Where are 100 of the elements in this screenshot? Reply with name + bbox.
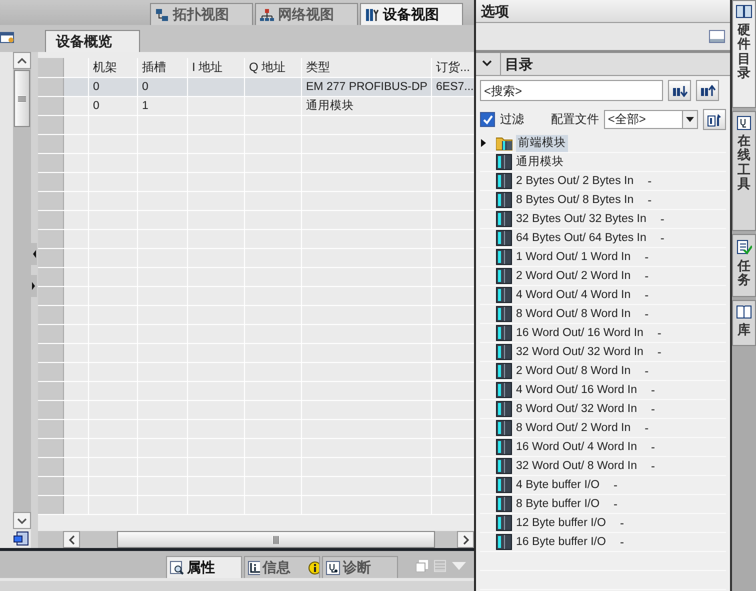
view-tab[interactable]: 拓扑视图 (150, 3, 253, 25)
row-header[interactable] (38, 477, 64, 495)
filter-checkbox[interactable] (480, 112, 495, 127)
catalog-item[interactable]: 8 Word Out/ 2 Word In (514, 420, 633, 436)
row-header[interactable] (38, 382, 64, 400)
panel-layout-icon[interactable] (709, 30, 725, 44)
catalog-item[interactable]: 8 Bytes Out/ 8 Bytes In (514, 192, 636, 208)
table-row[interactable]: 0 0 EM 277 PROFIBUS-DP 6ES7... (38, 78, 474, 97)
module-icon (496, 496, 512, 512)
inspector-tab[interactable]: 属性 (166, 556, 242, 578)
catalog-item[interactable]: 8 Word Out/ 32 Word In (514, 400, 640, 418)
row-header[interactable] (38, 78, 64, 96)
row-header[interactable] (38, 420, 64, 438)
expand-arrow-icon[interactable] (480, 138, 488, 148)
side-tab[interactable]: 在线工具 (732, 111, 756, 231)
profile-settings-button[interactable] (703, 109, 726, 130)
column-header: 类型 (302, 58, 432, 77)
search-up-button[interactable] (696, 80, 719, 101)
module-icon (496, 211, 512, 227)
view-toggle-icon[interactable] (13, 531, 29, 547)
scroll-thumb[interactable] (14, 70, 30, 127)
catalog-item[interactable]: 8 Byte buffer I/O (514, 496, 602, 512)
chevron-icon[interactable] (482, 60, 492, 68)
module-icon (496, 325, 512, 341)
collapse-left-icon[interactable] (31, 243, 37, 265)
profile-dropdown[interactable]: <全部> (604, 110, 698, 129)
inspector-tab[interactable]: 诊断 (322, 556, 398, 578)
catalog-item[interactable]: 前端模块 (516, 134, 568, 152)
scroll-down-button[interactable] (13, 512, 31, 529)
profile-label: 配置文件 (550, 111, 599, 128)
module-icon (496, 477, 512, 493)
list-icon[interactable] (434, 560, 446, 572)
row-header[interactable] (38, 439, 64, 457)
view-tab[interactable]: 网络视图 (255, 3, 358, 25)
row-header[interactable] (38, 154, 64, 172)
scroll-right-button[interactable] (457, 531, 474, 548)
row-header[interactable] (38, 135, 64, 153)
row-header[interactable] (38, 496, 64, 514)
search-field[interactable]: <搜索> (480, 80, 663, 101)
row-header[interactable] (38, 97, 64, 115)
catalog-item[interactable]: 2 Bytes Out/ 2 Bytes In (514, 172, 636, 190)
table-cell: 6ES7... (436, 81, 474, 93)
catalog-item[interactable]: 2 Word Out/ 2 Word In (514, 268, 633, 284)
row-header[interactable] (38, 401, 64, 419)
overview-tab[interactable]: 设备概览 (45, 30, 140, 52)
row-header[interactable] (38, 344, 64, 362)
column-header: 机架 (89, 58, 138, 77)
dropdown-icon[interactable] (452, 562, 466, 570)
chevron-right-icon (462, 534, 468, 544)
inspector-tab[interactable]: 信息 (244, 556, 320, 578)
row-header[interactable] (38, 211, 64, 229)
row-header[interactable] (38, 458, 64, 476)
row-header[interactable] (38, 192, 64, 210)
side-tab[interactable]: 硬件目录 (732, 0, 756, 108)
scroll-left-button[interactable] (63, 531, 80, 548)
catalog-item[interactable]: 4 Word Out/ 16 Word In (514, 382, 640, 398)
horizontal-scroll-thumb[interactable] (117, 531, 435, 548)
side-tab[interactable]: 任务 (732, 234, 756, 297)
row-header[interactable] (38, 325, 64, 343)
search-down-button[interactable] (668, 80, 691, 101)
catalog-item[interactable]: 1 Word Out/ 1 Word In (514, 248, 633, 266)
catalog-item[interactable]: 32 Bytes Out/ 32 Bytes In (514, 210, 648, 228)
arrow-down-icon (672, 84, 688, 96)
version-cell: - (644, 269, 649, 283)
expand-right-icon[interactable] (31, 275, 37, 297)
view-tab[interactable]: 设备视图 (360, 3, 463, 25)
catalog-item[interactable]: 16 Byte buffer I/O (514, 534, 608, 550)
column-header: 插槽 (138, 58, 188, 77)
catalog-item[interactable]: 32 Word Out/ 8 Word In (514, 458, 640, 474)
catalog-item[interactable]: 16 Word Out/ 16 Word In (514, 324, 646, 342)
catalog-item[interactable]: 32 Word Out/ 32 Word In (514, 344, 646, 360)
row-header[interactable] (38, 363, 64, 381)
filter-label: 过滤 (500, 111, 524, 128)
arrow-up-icon (700, 84, 716, 96)
scroll-up-button[interactable] (13, 52, 31, 69)
side-tab[interactable]: 库 (732, 300, 756, 346)
restore-icon[interactable] (416, 560, 428, 572)
table-cell: EM 277 PROFIBUS-DP (302, 78, 432, 96)
section-title: 目录 (500, 53, 533, 75)
catalog-item[interactable]: 8 Word Out/ 8 Word In (514, 306, 633, 322)
table-cell: 1 (138, 97, 188, 115)
table-cell: 0 (138, 78, 188, 96)
catalog-item[interactable]: 4 Byte buffer I/O (514, 476, 602, 494)
row-header[interactable] (38, 173, 64, 191)
module-icon (496, 192, 512, 208)
catalog-item[interactable]: 12 Byte buffer I/O (514, 514, 608, 532)
table-cell: 0 (89, 78, 138, 96)
column-header: Q 地址 (245, 58, 302, 77)
catalog-item[interactable]: 16 Word Out/ 4 Word In (514, 438, 640, 456)
catalog-item[interactable]: 4 Word Out/ 4 Word In (514, 286, 633, 304)
module-icon (496, 439, 512, 455)
catalog-item[interactable]: 64 Bytes Out/ 64 Bytes In (514, 230, 648, 246)
version-cell: - (651, 459, 656, 473)
network-icon (260, 8, 274, 22)
catalog-item[interactable]: 2 Word Out/ 8 Word In (514, 362, 633, 380)
row-header[interactable] (38, 116, 64, 134)
row-header[interactable] (38, 306, 64, 324)
catalog-item[interactable]: 通用模块 (514, 154, 566, 170)
device-icon (365, 8, 379, 22)
column-header: I 地址 (188, 58, 245, 77)
